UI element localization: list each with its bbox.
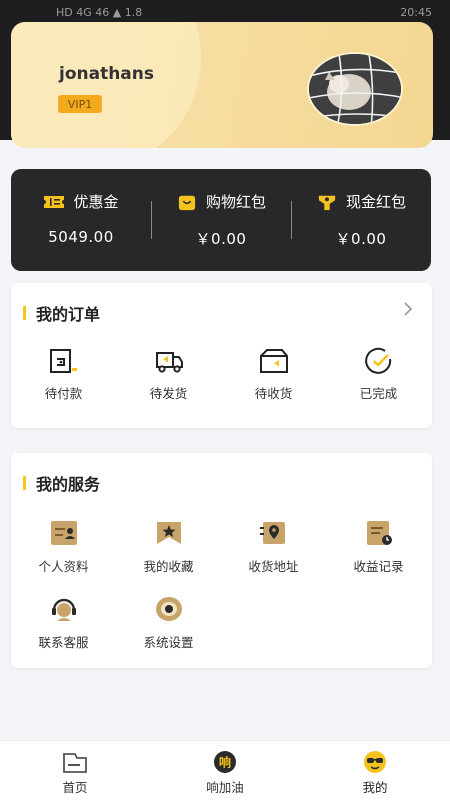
order-completed[interactable]: 已完成 [326,347,431,402]
service-customer-support[interactable]: 联系客服 [11,595,116,651]
favorites-icon [156,522,181,544]
vip-badge: VIP1 [58,95,102,113]
wallet-cash[interactable]: 现金红包 ￥0.00 [291,169,431,271]
title-accent-bar [23,476,26,490]
box-icon [259,349,288,373]
order-pending-receipt[interactable]: 待收货 [221,347,326,402]
services-title-text: 我的服务 [36,475,101,494]
status-signal-text: HD 4G 46 ▲ 1.8 [56,5,143,19]
title-accent-bar [23,306,26,320]
mine-icon [364,751,386,773]
fuel-brand-icon: 响 [214,751,236,773]
services-title: 我的服务 [23,471,100,495]
orders-card: 我的订单 待付款 待发货 待收货 已完成 [11,283,432,428]
service-profile[interactable]: 个人资料 [11,519,116,575]
service-address[interactable]: 收货地址 [221,519,326,575]
wallet-coupon-value: 5049.00 [48,228,114,246]
order-label: 待收货 [254,386,293,401]
service-label: 收货地址 [248,559,299,574]
order-label: 待发货 [149,386,188,401]
wallet-shopping[interactable]: 购物红包 ￥0.00 [151,169,291,271]
cash-gift-icon [318,195,336,210]
wallet-shopping-value: ￥0.00 [195,230,247,248]
income-record-icon [366,521,392,545]
coupon-icon [44,195,65,208]
chevron-right-icon[interactable] [400,301,416,317]
services-card: 我的服务 个人资料 我的收藏 收货地址 收益记录 联系客服 系统设置 [11,453,432,668]
headset-icon [51,598,76,621]
home-icon [63,753,87,773]
wallet-icon [49,349,77,373]
shopping-bag-icon [178,195,196,210]
tab-label: 响加油 [206,780,244,795]
service-label: 系统设置 [143,635,194,650]
profile-card[interactable]: jonathans VIP1 [11,22,433,148]
service-favorites[interactable]: 我的收藏 [116,519,221,575]
tab-mine[interactable]: 我的 [300,741,450,800]
profile-card-icon [50,521,77,545]
avatar[interactable] [307,52,403,126]
wallet-cash-value: ￥0.00 [335,230,387,248]
order-label: 待付款 [44,386,83,401]
wallet-coupon-label: 优惠金 [73,193,119,211]
service-label: 我的收藏 [143,559,194,574]
svg-text:响: 响 [219,755,231,770]
orders-title[interactable]: 我的订单 [23,301,100,325]
service-label: 个人资料 [38,559,89,574]
tab-fuel[interactable]: 响 响加油 [150,741,300,800]
order-label: 已完成 [359,386,398,401]
wallet-card: 优惠金 5049.00 购物红包 ￥0.00 现金红包 ￥0.00 [11,169,431,271]
wallet-cash-label: 现金红包 [345,193,406,211]
bottom-tab-bar: 首页 响 响加油 我的 [0,740,450,800]
order-pending-shipment[interactable]: 待发货 [116,347,221,402]
service-income[interactable]: 收益记录 [326,519,431,575]
status-bar: HD 4G 46 ▲ 1.8 20:45 [0,0,450,24]
orders-title-text: 我的订单 [36,305,101,324]
service-settings[interactable]: 系统设置 [116,595,221,651]
settings-icon [155,597,182,621]
avatar-photo [309,54,401,124]
location-icon [259,522,285,544]
clock-check-icon [364,347,391,374]
service-label: 收益记录 [353,559,404,574]
wallet-shopping-label: 购物红包 [205,193,266,211]
tab-label: 我的 [362,780,388,795]
username: jonathans [59,64,155,84]
status-time: 20:45 [400,5,432,19]
truck-icon [155,352,183,373]
tab-home[interactable]: 首页 [0,741,150,800]
tab-label: 首页 [62,780,88,795]
wallet-coupon[interactable]: 优惠金 5049.00 [11,169,151,271]
order-pending-payment[interactable]: 待付款 [11,347,116,402]
service-label: 联系客服 [38,635,89,650]
